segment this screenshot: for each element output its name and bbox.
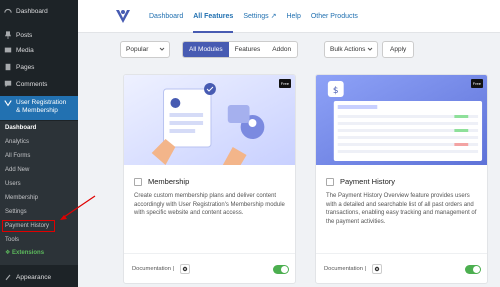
nav-other-products[interactable]: Other Products	[311, 0, 358, 33]
bulk-actions-select[interactable]: Bulk Actions	[324, 41, 378, 58]
nav-dashboard[interactable]: Dashboard	[149, 0, 183, 33]
gear-icon	[374, 266, 380, 272]
sidebar-item-appearance[interactable]: Appearance	[0, 270, 78, 284]
payment-history-highlight-box	[2, 220, 55, 232]
submenu-users[interactable]: Users	[5, 178, 21, 190]
sidebar-item-media[interactable]: Media	[0, 43, 78, 57]
select-checkbox[interactable]	[326, 177, 334, 186]
submenu-dashboard[interactable]: Dashboard	[5, 122, 36, 134]
payment-history-illustration: $	[316, 75, 487, 165]
settings-button[interactable]	[372, 264, 382, 274]
sort-select-value: Popular	[126, 46, 149, 53]
sidebar-item-user-registration[interactable]: User Registration & Membership	[0, 96, 78, 120]
documentation-link[interactable]: Documentation |	[132, 266, 174, 272]
submenu-analytics[interactable]: Analytics	[5, 136, 29, 148]
sidebar-item-comments[interactable]: Comments	[0, 77, 78, 91]
sidebar-item-label-2: & Membership	[16, 107, 58, 114]
plugin-top-nav: Dashboard All Features Settings ↗ Help O…	[78, 0, 500, 33]
admin-sidebar: Dashboard Posts Media Pages Comments Use…	[0, 0, 78, 287]
documentation-link-label: Documentation	[324, 266, 363, 272]
appearance-icon	[4, 273, 12, 281]
module-toggle[interactable]	[465, 265, 481, 274]
svg-text:$: $	[333, 86, 339, 96]
card-description: Create custom membership plans and deliv…	[134, 193, 285, 216]
module-card-membership: Free Membership Create custom membership…	[123, 74, 296, 284]
user-registration-icon	[4, 99, 12, 107]
media-icon	[4, 46, 12, 54]
sidebar-item-label: Pages	[16, 63, 35, 71]
sidebar-item-posts[interactable]: Posts	[0, 28, 78, 42]
module-toggle[interactable]	[273, 265, 289, 274]
sidebar-item-label: Media	[16, 46, 34, 54]
module-card-payment-history: $ Free Payment History The Payment Histo…	[315, 74, 488, 284]
chevron-down-icon	[367, 47, 373, 51]
submenu-extensions-label: Extensions	[12, 250, 45, 256]
membership-illustration	[124, 75, 295, 165]
documentation-link[interactable]: Documentation |	[324, 266, 366, 272]
submenu-extensions[interactable]: ❖ Extensions	[5, 247, 44, 259]
sidebar-item-pages[interactable]: Pages	[0, 60, 78, 74]
pin-icon	[4, 31, 12, 39]
sidebar-item-label: Appearance	[16, 273, 52, 281]
gear-icon	[182, 266, 188, 272]
sidebar-item-dashboard[interactable]: Dashboard	[0, 4, 78, 18]
sidebar-item-label: User Registration	[16, 99, 67, 106]
card-footer: Documentation |	[124, 253, 295, 283]
ur-logo-icon[interactable]	[115, 8, 131, 24]
sidebar-submenu: Dashboard Analytics All Forms Add New Us…	[0, 121, 78, 265]
card-description: The Payment History Overview feature pro…	[326, 193, 477, 225]
settings-button[interactable]	[180, 264, 190, 274]
extensions-icon: ❖	[5, 250, 13, 256]
submenu-add-new[interactable]: Add New	[5, 164, 29, 176]
bulk-actions-value: Bulk Actions	[330, 46, 366, 53]
select-checkbox[interactable]	[134, 177, 142, 186]
seg-features[interactable]: Features	[229, 42, 267, 57]
documentation-link-label: Documentation	[132, 266, 171, 272]
seg-all-modules[interactable]: All Modules	[183, 42, 229, 57]
filter-bar: Popular All Modules Features Addon Bulk …	[78, 33, 500, 63]
sort-select[interactable]: Popular	[120, 41, 170, 58]
apply-button[interactable]: Apply	[382, 41, 415, 58]
dashboard-icon	[4, 7, 12, 15]
sidebar-item-label: Comments	[16, 80, 48, 88]
submenu-tools[interactable]: Tools	[5, 234, 19, 246]
submenu-membership[interactable]: Membership	[5, 192, 38, 204]
card-footer: Documentation |	[316, 253, 487, 283]
module-type-segment: All Modules Features Addon	[182, 41, 299, 58]
nav-help[interactable]: Help	[286, 0, 300, 33]
pages-icon	[4, 63, 12, 71]
nav-all-features[interactable]: All Features	[193, 0, 234, 33]
nav-settings[interactable]: Settings ↗	[243, 0, 276, 33]
submenu-settings[interactable]: Settings	[5, 206, 27, 218]
card-title: Membership	[148, 177, 190, 186]
chevron-down-icon	[159, 47, 165, 51]
seg-addon[interactable]: Addon	[266, 42, 297, 57]
sidebar-item-label: Dashboard	[16, 7, 48, 15]
submenu-all-forms[interactable]: All Forms	[5, 150, 30, 162]
card-title: Payment History	[340, 177, 396, 186]
comment-icon	[4, 80, 12, 88]
free-badge: Free	[470, 79, 483, 88]
sidebar-item-label: Posts	[16, 31, 33, 39]
free-badge: Free	[278, 79, 291, 88]
